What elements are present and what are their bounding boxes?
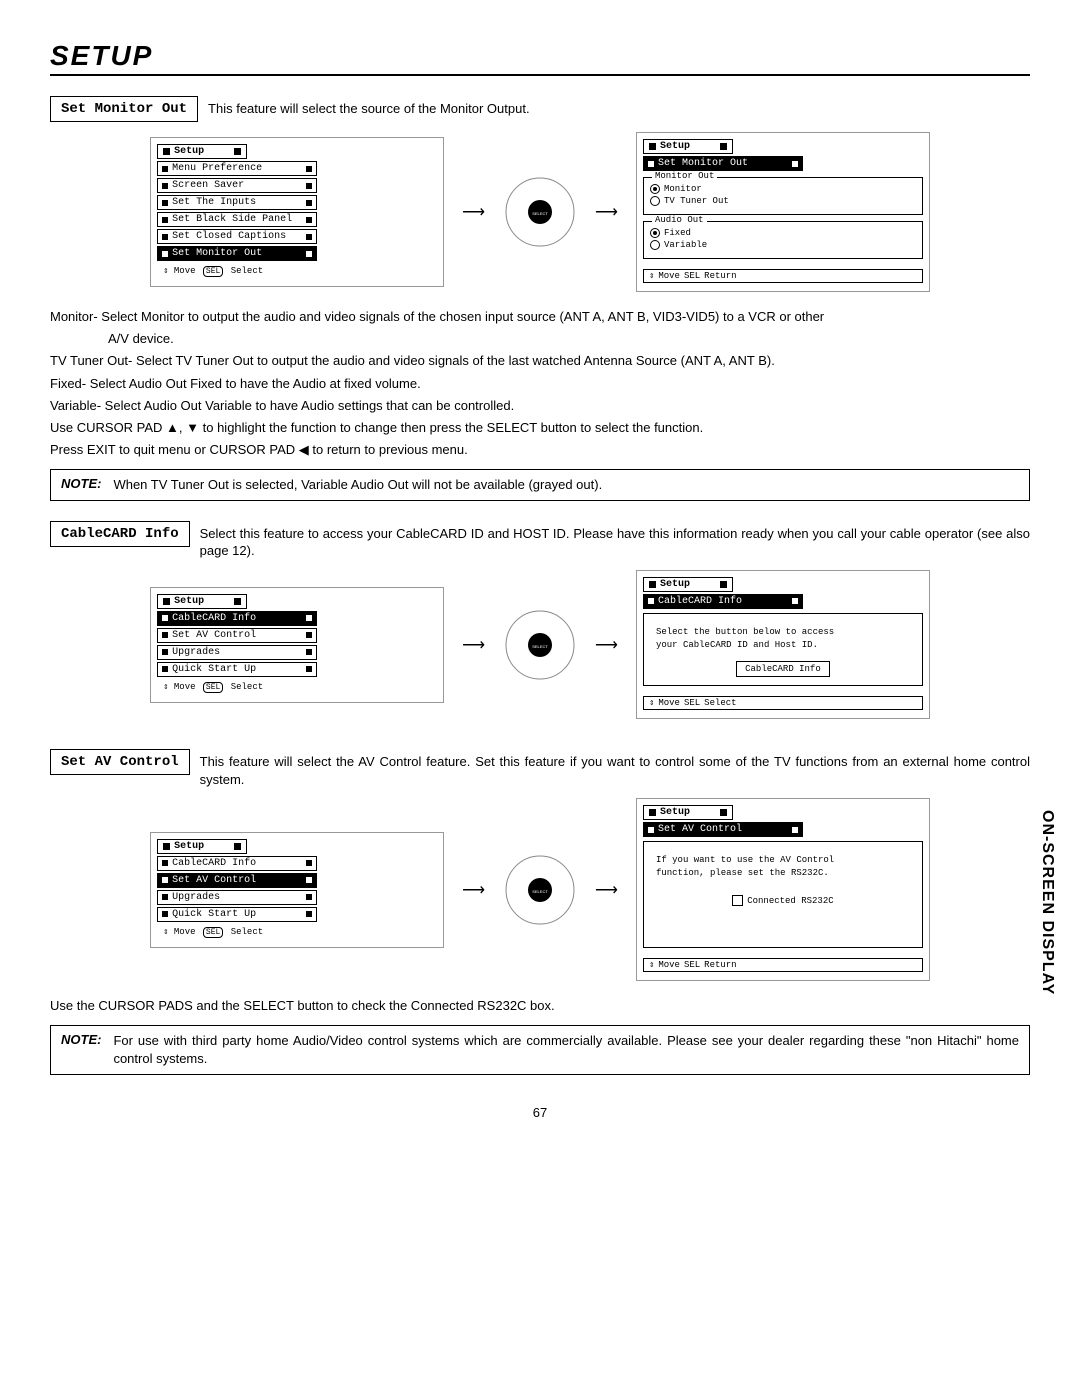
body-para-fixed: Fixed- Select Audio Out Fixed to have th… (50, 375, 1030, 393)
radio-label: Variable (664, 240, 707, 250)
body-para-exit: Press EXIT to quit menu or CURSOR PAD ◀ … (50, 441, 1030, 459)
arrow-right-icon: ⟶ (462, 880, 485, 900)
menu-item: Quick Start Up (172, 909, 306, 920)
menu-header: CableCARD Info (658, 596, 792, 607)
section-cablecard-header: CableCARD Info Select this feature to ac… (50, 521, 1030, 560)
osd-hint: ⇕ Move SEL Select (643, 696, 923, 710)
svg-text:SELECT: SELECT (532, 644, 548, 649)
radio-selected-icon (650, 184, 660, 194)
osd-body-text: Select the button below to access your C… (650, 620, 916, 653)
label-cablecard-info: CableCARD Info (50, 521, 190, 547)
note-box-1: NOTE: When TV Tuner Out is selected, Var… (50, 469, 1030, 501)
osd-right-1: Setup Set Monitor Out Monitor Out Monito… (636, 132, 930, 292)
radio-label: Monitor (664, 184, 702, 194)
osd-tab-label: Setup (174, 146, 204, 157)
menu-header: Set AV Control (658, 824, 792, 835)
section-set-monitor-out-header: Set Monitor Out This feature will select… (50, 96, 1030, 122)
menu-item: Quick Start Up (172, 664, 306, 675)
osd-tab-label: Setup (174, 841, 204, 852)
checkbox-line: Connected RS232C (650, 895, 916, 906)
menu-item: Screen Saver (172, 180, 306, 191)
radio-unselected-icon (650, 196, 660, 206)
note-text: For use with third party home Audio/Vide… (113, 1032, 1019, 1067)
osd-left-2: Setup CableCARD Info Set AV Control Upgr… (150, 587, 444, 703)
note-box-2: NOTE: For use with third party home Audi… (50, 1025, 1030, 1074)
menu-item-selected: Set AV Control (172, 875, 306, 886)
desc-set-monitor-out: This feature will select the source of t… (208, 96, 1030, 118)
remote-select-button-icon: SELECT (503, 853, 577, 927)
arrow-right-icon: ⟶ (595, 635, 618, 655)
body-para-monitor: Monitor- Select Monitor to output the au… (50, 308, 1030, 326)
body-para-cursor: Use CURSOR PAD ▲, ▼ to highlight the fun… (50, 419, 1030, 437)
note-label: NOTE: (61, 1032, 101, 1067)
body-para-variable: Variable- Select Audio Out Variable to h… (50, 397, 1030, 415)
triple-panel-2: Setup CableCARD Info Set AV Control Upgr… (50, 570, 1030, 719)
desc-set-av-control: This feature will select the AV Control … (200, 749, 1030, 788)
desc-cablecard: Select this feature to access your Cable… (200, 521, 1030, 560)
osd-tab-label: Setup (660, 141, 690, 152)
svg-text:SELECT: SELECT (532, 211, 548, 216)
osd-tab-label: Setup (174, 596, 204, 607)
menu-header: Set Monitor Out (658, 158, 792, 169)
menu-item: Set AV Control (172, 630, 306, 641)
section-set-av-control-header: Set AV Control This feature will select … (50, 749, 1030, 788)
osd-left-3: Setup CableCARD Info Set AV Control Upgr… (150, 832, 444, 948)
osd-tab-label: Setup (660, 579, 690, 590)
triple-panel-1: Setup Menu Preference Screen Saver Set T… (50, 132, 1030, 292)
osd-hint: ⇕ Move SEL Select (157, 265, 437, 278)
menu-item: Set Black Side Panel (172, 214, 306, 225)
menu-item-selected: Set Monitor Out (172, 248, 306, 259)
side-tab-label: ON-SCREEN DISPLAY (1038, 810, 1056, 995)
note-label: NOTE: (61, 476, 101, 494)
page-title: Setup (50, 40, 1030, 76)
label-set-monitor-out: Set Monitor Out (50, 96, 198, 122)
menu-item: Set Closed Captions (172, 231, 306, 242)
osd-right-2: Setup CableCARD Info Select the button b… (636, 570, 930, 719)
osd-left-1: Setup Menu Preference Screen Saver Set T… (150, 137, 444, 287)
body-para-monitor-cont: A/V device. (50, 330, 1030, 348)
osd-right-3: Setup Set AV Control If you want to use … (636, 798, 930, 981)
radio-unselected-icon (650, 240, 660, 250)
menu-item: Upgrades (172, 647, 306, 658)
body-para-cursorpads: Use the CURSOR PADS and the SELECT butto… (50, 997, 1030, 1015)
arrow-right-icon: ⟶ (462, 635, 485, 655)
radio-label: Fixed (664, 228, 691, 238)
menu-item-selected: CableCARD Info (172, 613, 306, 624)
osd-hint: ⇕ Move SEL Return (643, 958, 923, 972)
body-para-tvtuner: TV Tuner Out- Select TV Tuner Out to out… (50, 352, 1030, 370)
label-set-av-control: Set AV Control (50, 749, 190, 775)
triple-panel-3: Setup CableCARD Info Set AV Control Upgr… (50, 798, 1030, 981)
note-text: When TV Tuner Out is selected, Variable … (113, 476, 1019, 494)
radio-label: TV Tuner Out (664, 196, 729, 206)
remote-select-button-icon: SELECT (503, 608, 577, 682)
menu-item: CableCARD Info (172, 858, 306, 869)
osd-body-text: If you want to use the AV Control functi… (650, 848, 916, 881)
menu-item: Upgrades (172, 892, 306, 903)
remote-select-button-icon: SELECT (503, 175, 577, 249)
page-number: 67 (50, 1105, 1030, 1120)
fieldset-legend: Monitor Out (652, 171, 717, 181)
arrow-right-icon: ⟶ (595, 880, 618, 900)
osd-hint: ⇕ Move SEL Return (643, 269, 923, 283)
osd-hint: ⇕ Move SEL Select (157, 681, 437, 694)
svg-text:SELECT: SELECT (532, 889, 548, 894)
fieldset-legend: Audio Out (652, 215, 707, 225)
arrow-right-icon: ⟶ (595, 202, 618, 222)
osd-tab-label: Setup (660, 807, 690, 818)
checkbox-icon (732, 895, 743, 906)
osd-hint: ⇕ Move SEL Select (157, 926, 437, 939)
cablecard-info-button: CableCARD Info (736, 661, 830, 677)
menu-item: Menu Preference (172, 163, 306, 174)
radio-selected-icon (650, 228, 660, 238)
menu-item: Set The Inputs (172, 197, 306, 208)
arrow-right-icon: ⟶ (462, 202, 485, 222)
